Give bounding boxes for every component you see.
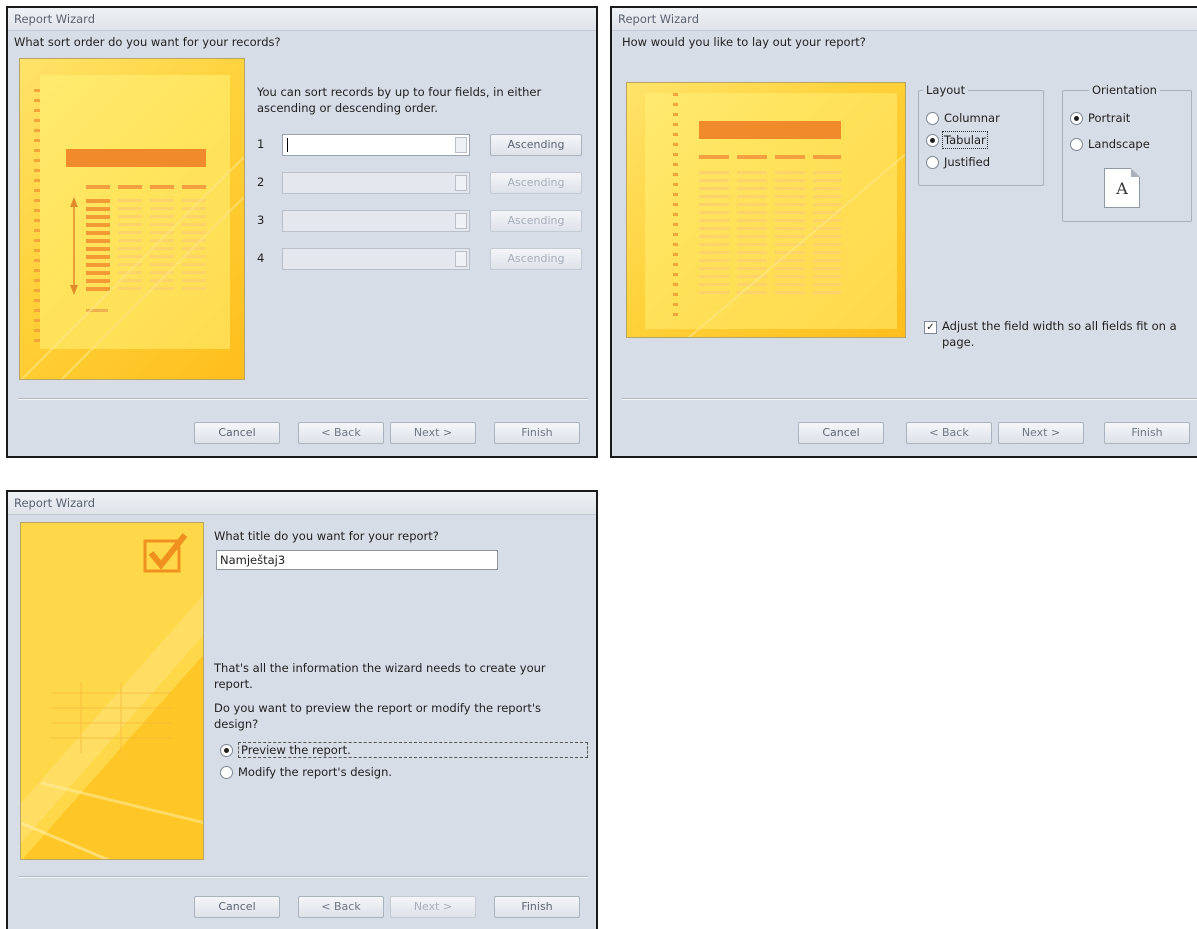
layout-wizard-dialog: Report Wizard How would you like to lay …	[610, 6, 1197, 458]
text-cursor	[287, 138, 288, 152]
sort-row-number: 4	[257, 251, 265, 265]
finish-illustration	[20, 522, 204, 860]
layout-tabular-label: Tabular	[942, 131, 988, 149]
sort-question: What sort order do you want for your rec…	[14, 35, 281, 49]
cancel-button[interactable]: Cancel	[194, 422, 280, 444]
title-bar: Report Wizard	[8, 8, 596, 31]
title-bar: Report Wizard	[612, 8, 1197, 31]
next-button[interactable]: Next >	[390, 896, 476, 918]
orientation-group-label: Orientation	[1089, 83, 1160, 97]
info-text: That's all the information the wizard ne…	[214, 661, 546, 691]
layout-justified-label: Justified	[944, 155, 990, 169]
sort-field-1-combo[interactable]	[282, 134, 470, 156]
adjust-width-label: Adjust the field width so all fields fit…	[942, 319, 1177, 349]
sort-row-number: 3	[257, 213, 265, 227]
sort-instructions: You can sort records by up to four field…	[257, 85, 542, 115]
adjust-width-checkbox[interactable]: ✓	[924, 321, 937, 334]
sort-order-wizard-dialog: Report Wizard What sort order do you wan…	[6, 6, 598, 458]
title-wizard-dialog: Report Wizard What title do you want for…	[6, 490, 598, 929]
next-button[interactable]: Next >	[390, 422, 476, 444]
back-button[interactable]: < Back	[298, 422, 384, 444]
layout-illustration	[626, 82, 906, 338]
sort-field-2-combo	[282, 172, 470, 194]
preview-label: Preview the report.	[238, 742, 588, 758]
sort-field-4-combo	[282, 248, 470, 270]
report-title-question: What title do you want for your report?	[214, 529, 439, 543]
sort-row-number: 2	[257, 175, 265, 189]
next-button[interactable]: Next >	[998, 422, 1084, 444]
sort-illustration	[19, 58, 245, 380]
layout-justified-radio[interactable]	[926, 156, 939, 169]
chevron-down-icon	[455, 175, 467, 191]
back-button[interactable]: < Back	[298, 896, 384, 918]
layout-question: How would you like to lay out your repor…	[622, 35, 866, 49]
window-title: Report Wizard	[14, 12, 95, 26]
sort-order-3-button: Ascending	[490, 210, 582, 232]
page-orientation-icon: A	[1104, 168, 1140, 208]
layout-columnar-radio[interactable]	[926, 112, 939, 125]
chevron-down-icon[interactable]	[455, 137, 467, 153]
layout-columnar-label: Columnar	[944, 111, 1000, 125]
orientation-landscape-label: Landscape	[1088, 137, 1150, 151]
sort-order-4-button: Ascending	[490, 248, 582, 270]
back-button[interactable]: < Back	[906, 422, 992, 444]
cancel-button[interactable]: Cancel	[194, 896, 280, 918]
sort-field-3-combo	[282, 210, 470, 232]
separator	[622, 398, 1197, 400]
preview-radio[interactable]	[220, 744, 233, 757]
finish-button[interactable]: Finish	[1104, 422, 1190, 444]
page-icon-letter: A	[1116, 179, 1128, 198]
radio-dot	[930, 138, 935, 143]
sort-row-number: 1	[257, 137, 265, 151]
orientation-portrait-label: Portrait	[1088, 111, 1131, 125]
preview-question: Do you want to preview the report or mod…	[214, 701, 541, 731]
radio-dot	[1074, 116, 1079, 121]
finish-button[interactable]: Finish	[494, 422, 580, 444]
radio-dot	[224, 748, 229, 753]
layout-group-label: Layout	[923, 83, 969, 97]
sort-order-1-button[interactable]: Ascending	[490, 134, 582, 156]
window-title: Report Wizard	[14, 496, 95, 510]
modify-label: Modify the report's design.	[238, 765, 393, 779]
layout-tabular-radio[interactable]	[926, 134, 939, 147]
separator	[18, 876, 588, 878]
finish-button[interactable]: Finish	[494, 896, 580, 918]
separator	[18, 398, 588, 400]
window-title: Report Wizard	[618, 12, 699, 26]
report-title-input[interactable]: Namještaj3	[216, 550, 498, 570]
title-bar: Report Wizard	[8, 492, 596, 515]
chevron-down-icon	[455, 251, 467, 267]
cancel-button[interactable]: Cancel	[798, 422, 884, 444]
modify-radio[interactable]	[220, 766, 233, 779]
orientation-portrait-radio[interactable]	[1070, 112, 1083, 125]
orientation-landscape-radio[interactable]	[1070, 138, 1083, 151]
chevron-down-icon	[455, 213, 467, 229]
sort-order-2-button: Ascending	[490, 172, 582, 194]
